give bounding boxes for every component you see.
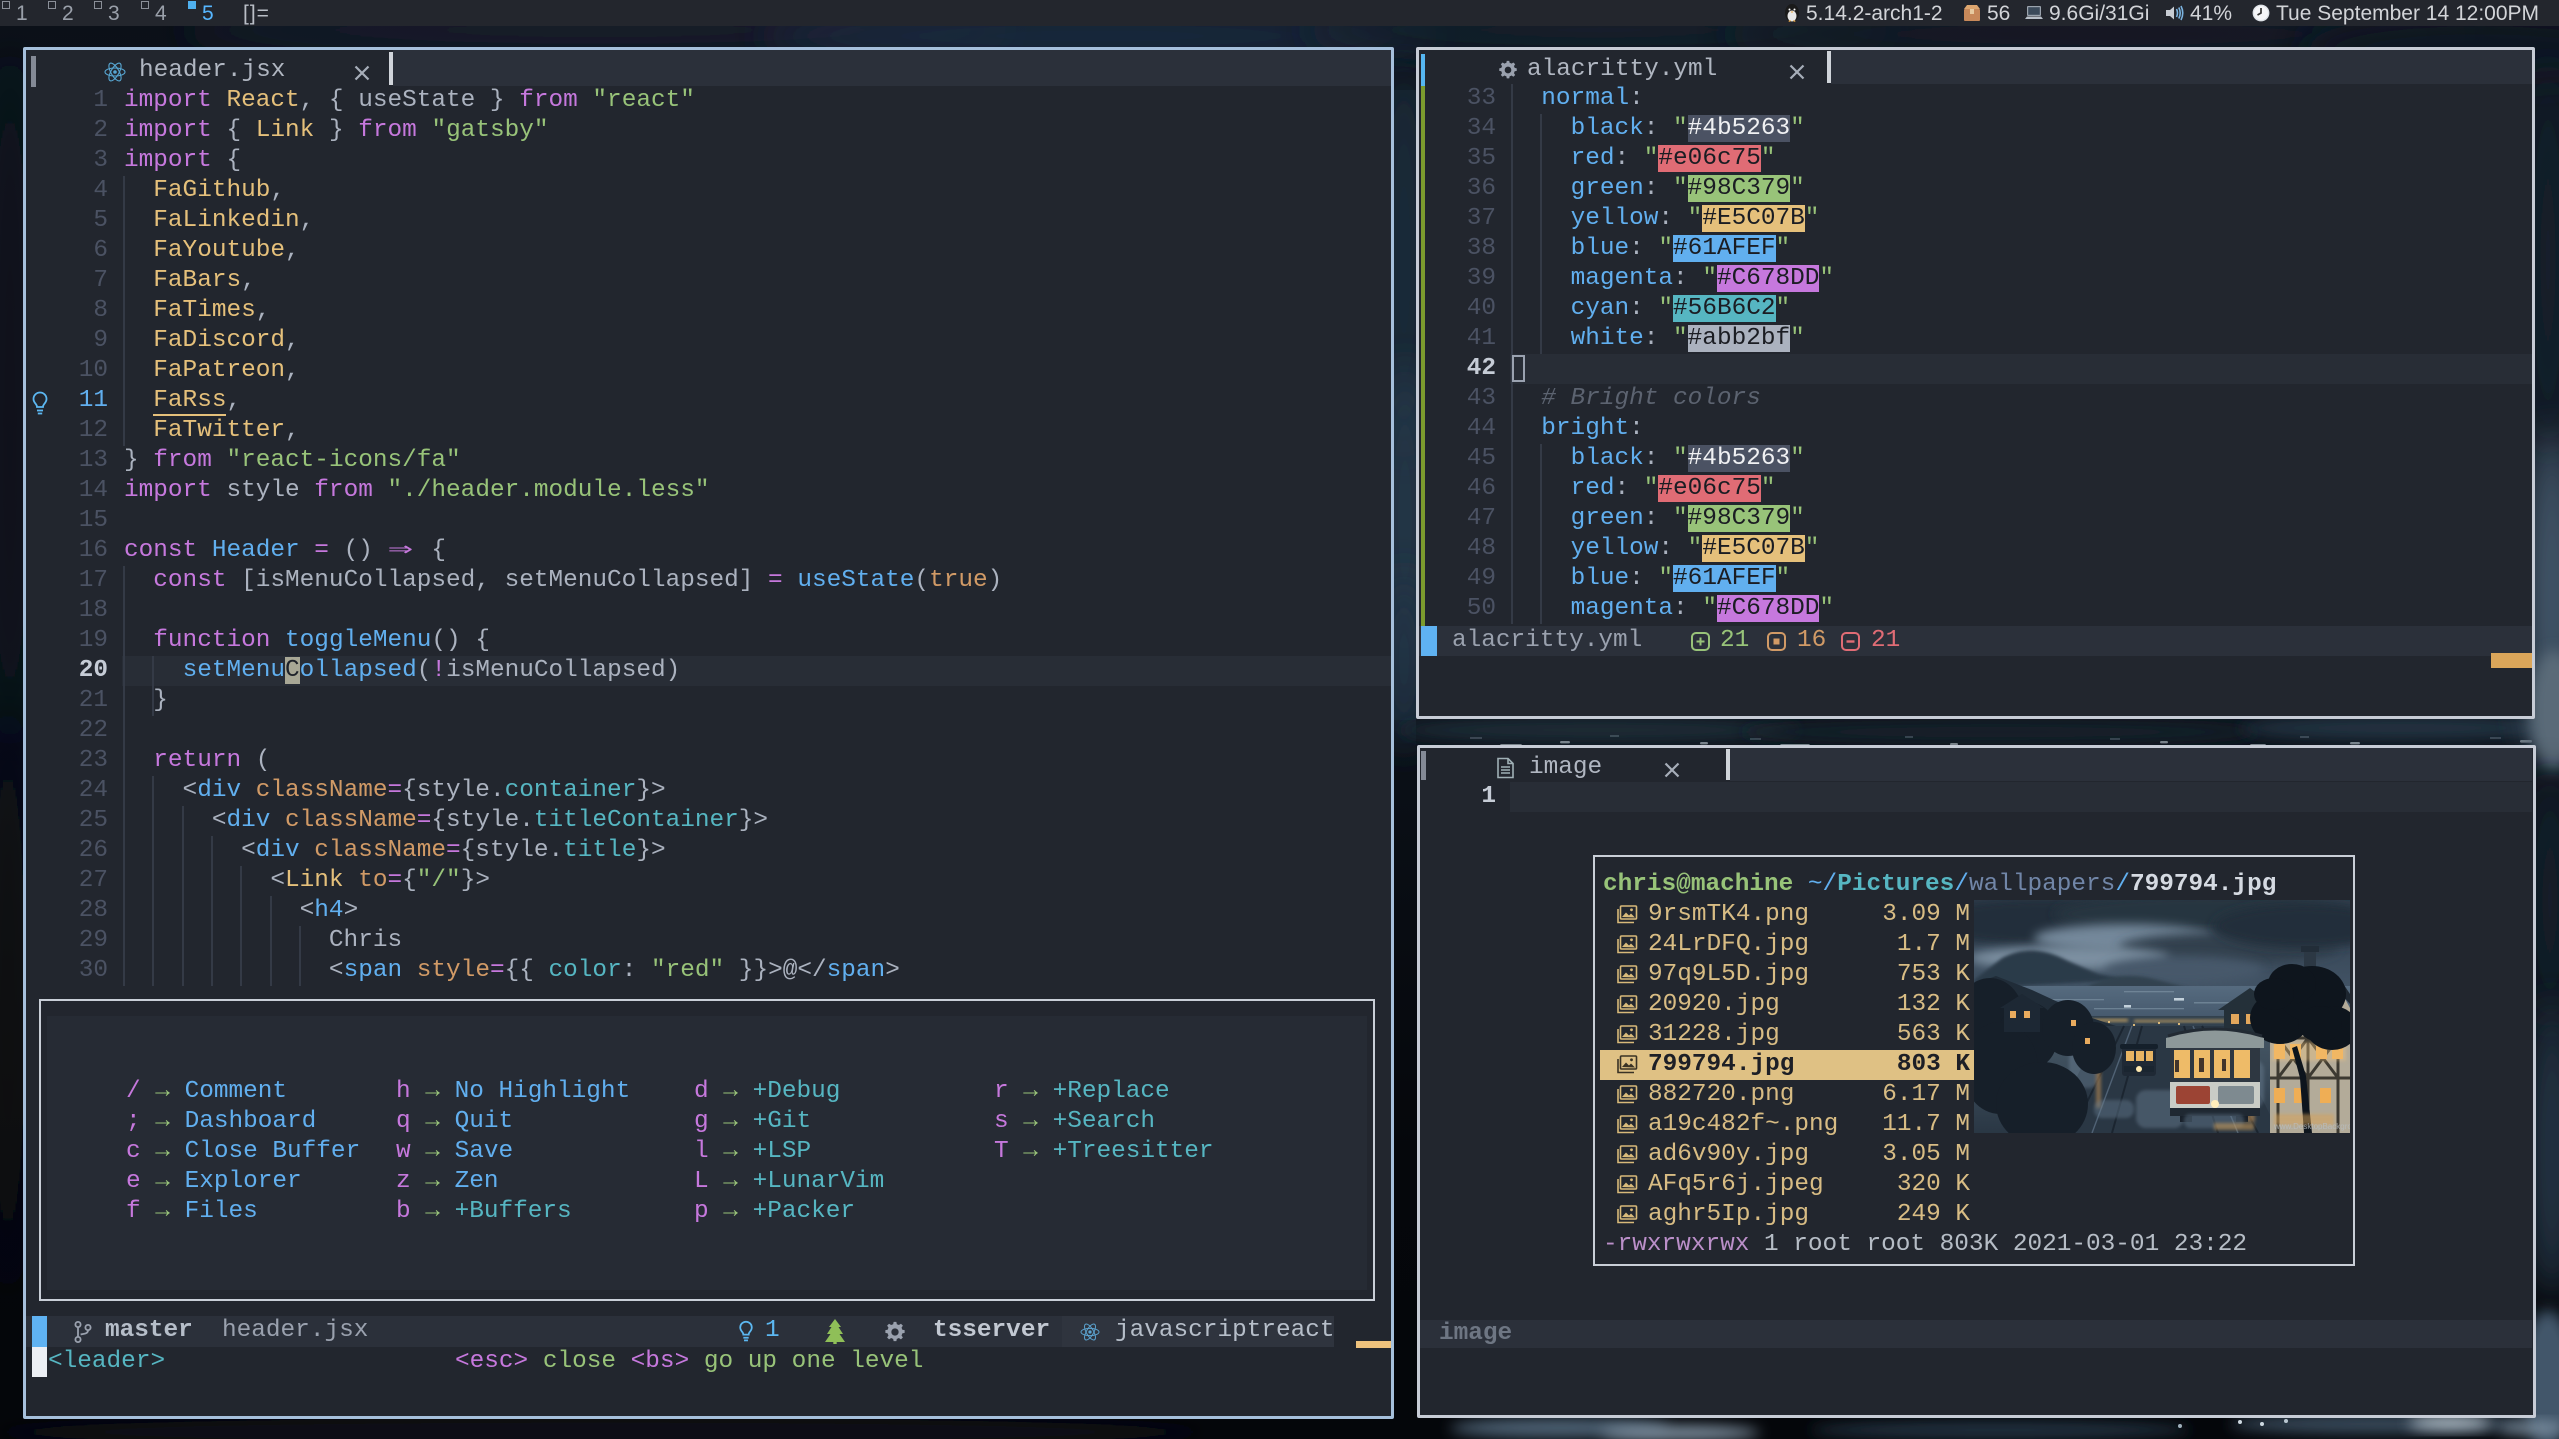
svg-text:www.DesktopBackground.org: www.DesktopBackground.org (2273, 1122, 2350, 1131)
